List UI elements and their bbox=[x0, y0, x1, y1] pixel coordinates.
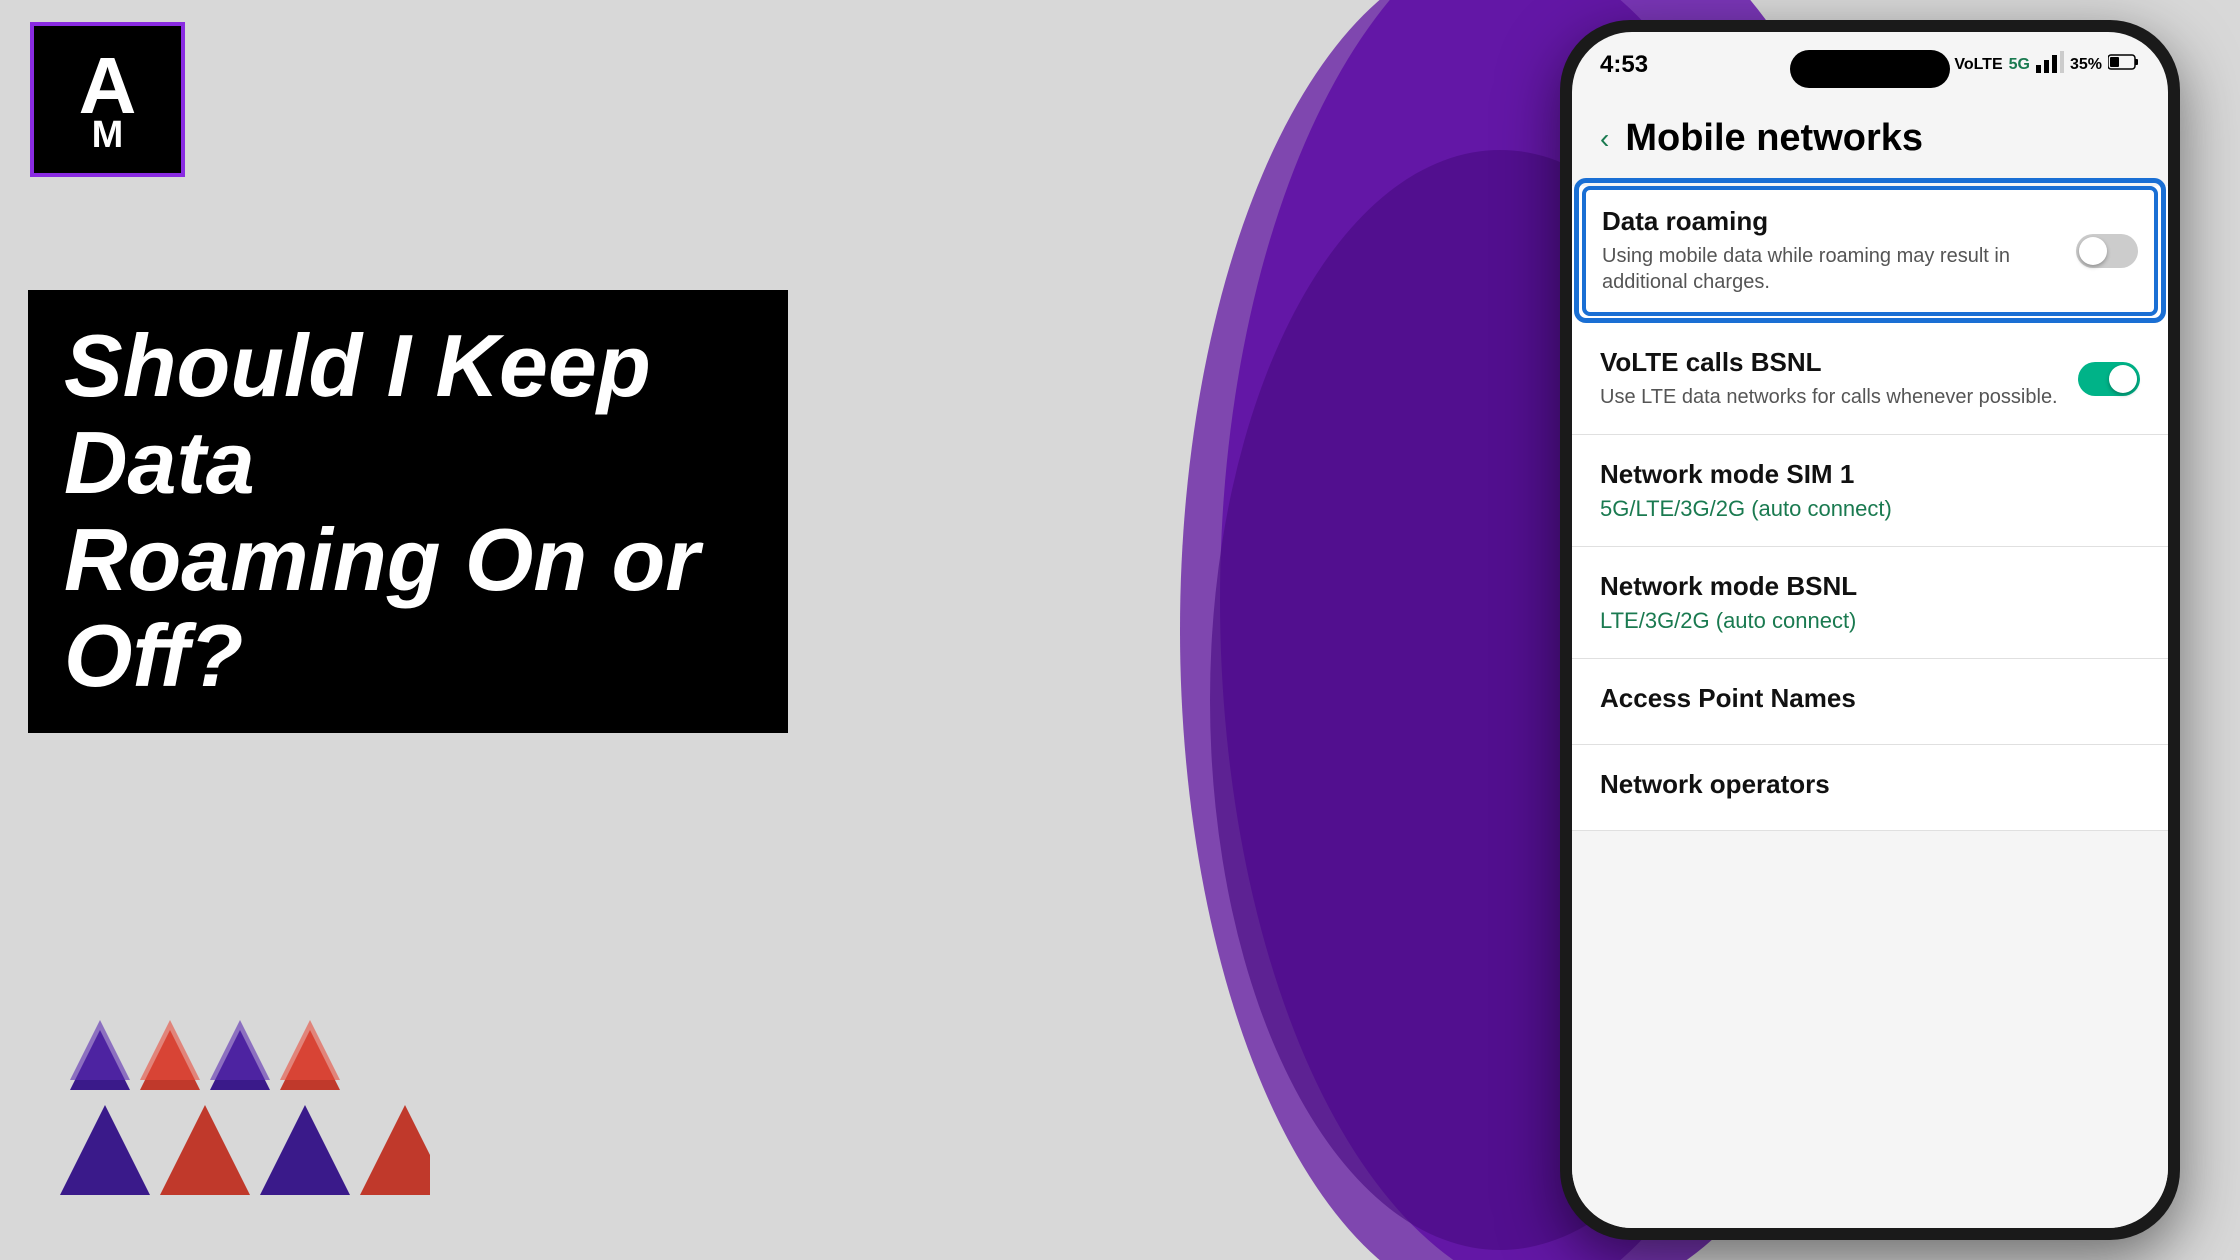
dynamic-island bbox=[1790, 50, 1950, 88]
page-title: Mobile networks bbox=[1625, 117, 1923, 160]
data-roaming-label: Data roaming bbox=[1602, 206, 2060, 237]
screen-content: ‹ Mobile networks Data roaming Using mob… bbox=[1572, 97, 2168, 1228]
volte-calls-label: VoLTE calls BSNL bbox=[1600, 347, 2062, 378]
battery-shape bbox=[2108, 53, 2140, 76]
battery-icon: 35% bbox=[2070, 56, 2102, 74]
network-mode-bsnl-text: Network mode BSNL LTE/3G/2G (auto connec… bbox=[1600, 571, 2140, 634]
volte-calls-text: VoLTE calls BSNL Use LTE data networks f… bbox=[1600, 347, 2062, 410]
access-point-names-label: Access Point Names bbox=[1600, 683, 2140, 714]
network-mode-sim1-label: Network mode SIM 1 bbox=[1600, 459, 2140, 490]
status-time: 4:53 bbox=[1600, 51, 1648, 79]
volte-calls-toggle[interactable] bbox=[2078, 362, 2140, 396]
status-icons: VoLTE 5G 35% bbox=[1954, 51, 2140, 78]
volte-calls-desc: Use LTE data networks for calls whenever… bbox=[1600, 384, 2062, 410]
logo: A M bbox=[30, 22, 185, 177]
main-headline: Should I Keep Data Roaming On or Off? bbox=[64, 318, 752, 705]
network-mode-sim1-sublabel: 5G/LTE/3G/2G (auto connect) bbox=[1600, 496, 2140, 522]
network-mode-bsnl-item[interactable]: Network mode BSNL LTE/3G/2G (auto connec… bbox=[1572, 547, 2168, 659]
data-roaming-toggle[interactable] bbox=[2076, 234, 2138, 268]
page-header: ‹ Mobile networks bbox=[1572, 97, 2168, 180]
access-point-names-text: Access Point Names bbox=[1600, 683, 2140, 720]
network-mode-sim1-text: Network mode SIM 1 5G/LTE/3G/2G (auto co… bbox=[1600, 459, 2140, 522]
volte-calls-item[interactable]: VoLTE calls BSNL Use LTE data networks f… bbox=[1572, 323, 2168, 435]
phone-mockup: 4:53 VoLTE 5G 35% bbox=[1560, 20, 2180, 1240]
network-mode-bsnl-sublabel: LTE/3G/2G (auto connect) bbox=[1600, 608, 2140, 634]
access-point-names-item[interactable]: Access Point Names bbox=[1572, 659, 2168, 745]
network-operators-item[interactable]: Network operators bbox=[1572, 745, 2168, 831]
data-roaming-item[interactable]: Data roaming Using mobile data while roa… bbox=[1582, 186, 2158, 316]
data-roaming-desc: Using mobile data while roaming may resu… bbox=[1602, 243, 2060, 295]
network-mode-bsnl-label: Network mode BSNL bbox=[1600, 571, 2140, 602]
back-button[interactable]: ‹ bbox=[1600, 123, 1609, 155]
phone-screen: 4:53 VoLTE 5G 35% bbox=[1572, 32, 2168, 1228]
triangle-decorations bbox=[50, 1010, 430, 1210]
logo-letter-m: M bbox=[92, 116, 124, 154]
network-operators-text: Network operators bbox=[1600, 769, 2140, 806]
settings-list: Data roaming Using mobile data while roa… bbox=[1572, 186, 2168, 831]
signal-bars bbox=[2036, 51, 2064, 78]
network-mode-sim1-item[interactable]: Network mode SIM 1 5G/LTE/3G/2G (auto co… bbox=[1572, 435, 2168, 547]
network-operators-label: Network operators bbox=[1600, 769, 2140, 800]
toggle-knob bbox=[2079, 237, 2107, 265]
5g-icon: 5G bbox=[2009, 56, 2030, 74]
toggle-knob-volte bbox=[2109, 365, 2137, 393]
main-text-box: Should I Keep Data Roaming On or Off? bbox=[28, 290, 788, 733]
data-roaming-text: Data roaming Using mobile data while roa… bbox=[1602, 206, 2060, 295]
volte-icon: VoLTE bbox=[1954, 56, 2002, 74]
